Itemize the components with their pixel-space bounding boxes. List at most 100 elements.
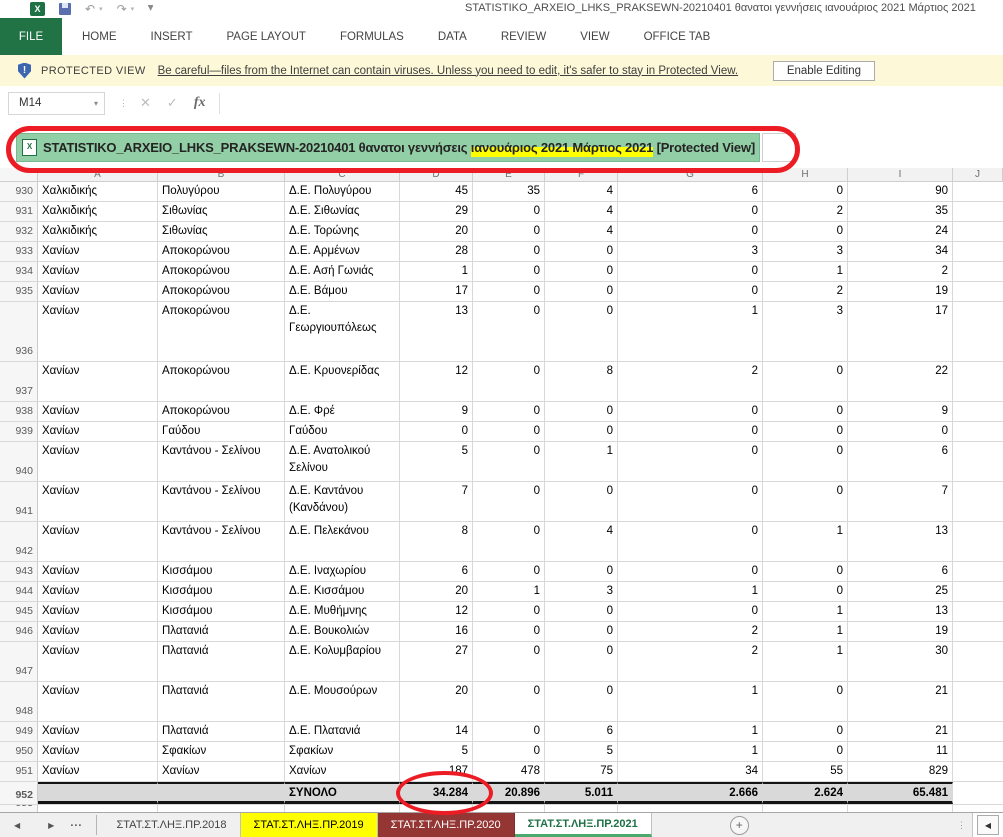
- cell-value[interactable]: 1: [763, 262, 848, 281]
- cell-value[interactable]: 0: [763, 182, 848, 201]
- cell-municipality[interactable]: Πολυγύρου: [158, 182, 285, 201]
- cell-value[interactable]: 25: [848, 582, 953, 601]
- formula-bar-resizer[interactable]: ⋮: [119, 99, 128, 108]
- customize-qat-icon[interactable]: ▾: [148, 5, 153, 13]
- cell-municipality[interactable]: Σιθωνίας: [158, 222, 285, 241]
- row-header[interactable]: 933: [0, 242, 38, 261]
- cell-value[interactable]: 0: [473, 302, 545, 361]
- cell-district[interactable]: Δ.Ε. Κολυμβαρίου: [285, 642, 400, 681]
- cell-value[interactable]: 7: [400, 482, 473, 521]
- cell-region[interactable]: Χανίων: [38, 682, 158, 721]
- cell-empty[interactable]: [953, 362, 1003, 401]
- cell-value[interactable]: 0: [763, 582, 848, 601]
- cell-value[interactable]: 29: [400, 202, 473, 221]
- column-header-D[interactable]: D: [400, 168, 473, 181]
- cell-municipality[interactable]: Σφακίων: [158, 742, 285, 761]
- cell-municipality[interactable]: Πλατανιά: [158, 642, 285, 681]
- cell-value[interactable]: 0: [545, 422, 618, 441]
- cell-empty[interactable]: [953, 202, 1003, 221]
- cell-municipality[interactable]: Κισσάμου: [158, 602, 285, 621]
- sheet-tab-2018[interactable]: ΣΤΑΤ.ΣΤ.ΛΗΞ.ΠΡ.2018: [103, 813, 240, 837]
- cell-value[interactable]: 3: [763, 302, 848, 361]
- cancel-entry-icon[interactable]: ✕: [140, 95, 151, 111]
- sheet-nav-more-icon[interactable]: ...: [68, 817, 90, 833]
- cell-value[interactable]: 45: [400, 182, 473, 201]
- cell-value[interactable]: 0: [763, 562, 848, 581]
- cell-district[interactable]: Χανίων: [285, 762, 400, 781]
- cell-district[interactable]: Σφακίων: [285, 742, 400, 761]
- cell-district[interactable]: Γαύδου: [285, 422, 400, 441]
- cell-empty[interactable]: [158, 805, 285, 812]
- cell-municipality[interactable]: Σιθωνίας: [158, 202, 285, 221]
- cell-empty[interactable]: [953, 482, 1003, 521]
- insert-function-icon[interactable]: fx: [194, 95, 206, 111]
- cell-value[interactable]: 20: [400, 682, 473, 721]
- cell-value[interactable]: 0: [545, 642, 618, 681]
- cell-empty[interactable]: [158, 782, 285, 804]
- ribbon-tab-file[interactable]: FILE: [0, 18, 62, 55]
- cell-empty[interactable]: [285, 805, 400, 812]
- cell-value[interactable]: 0: [763, 422, 848, 441]
- cell-empty[interactable]: [473, 805, 545, 812]
- total-value[interactable]: 20.896: [473, 782, 545, 804]
- cell-empty[interactable]: [763, 805, 848, 812]
- cell-value[interactable]: 5: [400, 442, 473, 481]
- cell-region[interactable]: Χανίων: [38, 362, 158, 401]
- excel-app-icon[interactable]: X: [30, 2, 45, 16]
- document-tab[interactable]: STATISTIKO_ARXEIO_LHKS_PRAKSEWN-20210401…: [16, 133, 760, 162]
- cell-value[interactable]: 2: [763, 282, 848, 301]
- redo-icon[interactable]: ↷: [117, 3, 127, 15]
- cell-value[interactable]: 30: [848, 642, 953, 681]
- cell-district[interactable]: Δ.Ε. Φρέ: [285, 402, 400, 421]
- row-header[interactable]: 943: [0, 562, 38, 581]
- cell-value[interactable]: 0: [473, 522, 545, 561]
- cell-value[interactable]: 35: [848, 202, 953, 221]
- tab-scrollbar-splitter[interactable]: ⋮: [957, 821, 966, 829]
- ribbon-tab-data[interactable]: DATA: [421, 18, 484, 55]
- cell-empty[interactable]: [953, 222, 1003, 241]
- ribbon-tab-insert[interactable]: INSERT: [134, 18, 210, 55]
- cell-value[interactable]: 8: [545, 362, 618, 401]
- enable-editing-button[interactable]: Enable Editing: [773, 61, 875, 81]
- cell-value[interactable]: 17: [848, 302, 953, 361]
- cell-value[interactable]: 1: [618, 742, 763, 761]
- row-header[interactable]: 941: [0, 482, 38, 521]
- cell-district[interactable]: Δ.Ε. Μουσούρων: [285, 682, 400, 721]
- total-value[interactable]: 2.624: [763, 782, 848, 804]
- column-header-H[interactable]: H: [763, 168, 848, 181]
- cell-value[interactable]: 0: [618, 602, 763, 621]
- cell-value[interactable]: 0: [545, 282, 618, 301]
- new-sheet-button[interactable]: +: [730, 816, 749, 835]
- cell-value[interactable]: 0: [763, 222, 848, 241]
- column-header-G[interactable]: G: [618, 168, 763, 181]
- save-icon[interactable]: [59, 3, 71, 15]
- cell-value[interactable]: 0: [473, 722, 545, 741]
- cell-value[interactable]: 27: [400, 642, 473, 681]
- cell-value[interactable]: 2: [763, 202, 848, 221]
- cell-value[interactable]: 0: [763, 742, 848, 761]
- cell-region[interactable]: Χαλκιδικής: [38, 222, 158, 241]
- cell-value[interactable]: 0: [545, 302, 618, 361]
- cell-value[interactable]: 0: [545, 242, 618, 261]
- cell-value[interactable]: 0: [545, 482, 618, 521]
- cell-value[interactable]: 21: [848, 722, 953, 741]
- row-header[interactable]: 935: [0, 282, 38, 301]
- cell-municipality[interactable]: Αποκορώνου: [158, 282, 285, 301]
- cell-value[interactable]: 6: [545, 722, 618, 741]
- cell-value[interactable]: 24: [848, 222, 953, 241]
- cell-district[interactable]: Δ.Ε. Σιθωνίας: [285, 202, 400, 221]
- cell-value[interactable]: 0: [473, 262, 545, 281]
- cell-value[interactable]: 0: [400, 422, 473, 441]
- ribbon-tab-review[interactable]: REVIEW: [484, 18, 563, 55]
- row-header[interactable]: 946: [0, 622, 38, 641]
- cell-empty[interactable]: [38, 805, 158, 812]
- cell-value[interactable]: 21: [848, 682, 953, 721]
- cell-district[interactable]: Δ.Ε. Τορώνης: [285, 222, 400, 241]
- cell-value[interactable]: 16: [400, 622, 473, 641]
- cell-region[interactable]: Χανίων: [38, 482, 158, 521]
- cell-value[interactable]: 9: [400, 402, 473, 421]
- cell-value[interactable]: 0: [473, 422, 545, 441]
- cell-value[interactable]: 0: [473, 242, 545, 261]
- sheet-tab-2021[interactable]: ΣΤΑΤ.ΣΤ.ΛΗΞ.ΠΡ.2021: [515, 813, 652, 837]
- cell-value[interactable]: 0: [473, 622, 545, 641]
